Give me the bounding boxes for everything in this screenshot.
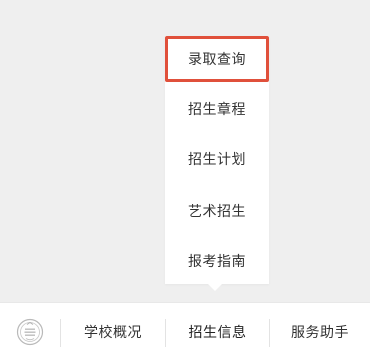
submenu-item-label: 招生计划 bbox=[188, 152, 246, 168]
submenu-item-art-admission[interactable]: 艺术招生 bbox=[165, 188, 269, 234]
submenu-item-label: 艺术招生 bbox=[188, 204, 246, 220]
submenu-item-label: 录取查询 bbox=[188, 52, 246, 68]
submenu-item-label: 报考指南 bbox=[188, 254, 246, 270]
submenu-pointer-arrow bbox=[208, 284, 222, 291]
home-button[interactable] bbox=[0, 303, 60, 361]
tab-label: 学校概况 bbox=[84, 325, 142, 341]
tab-service-assistant[interactable]: 服务助手 bbox=[270, 303, 370, 361]
school-emblem-icon bbox=[16, 318, 44, 346]
tab-admission-info[interactable]: 招生信息 bbox=[166, 303, 269, 361]
submenu-item-enrollment-plan[interactable]: 招生计划 bbox=[165, 136, 269, 182]
tab-school-overview[interactable]: 学校概况 bbox=[61, 303, 165, 361]
bottom-tab-bar: 学校概况 招生信息 服务助手 bbox=[0, 302, 370, 361]
tab-label: 招生信息 bbox=[188, 325, 247, 341]
tab-label: 服务助手 bbox=[291, 325, 349, 341]
submenu-item-application-guide[interactable]: 报考指南 bbox=[165, 238, 269, 284]
submenu-item-admission-query[interactable]: 录取查询 bbox=[165, 36, 269, 82]
submenu-item-label: 招生章程 bbox=[188, 102, 246, 118]
submenu-popup: 录取查询 招生章程 招生计划 艺术招生 报考指南 bbox=[165, 36, 269, 284]
submenu-item-admission-charter[interactable]: 招生章程 bbox=[165, 86, 269, 132]
